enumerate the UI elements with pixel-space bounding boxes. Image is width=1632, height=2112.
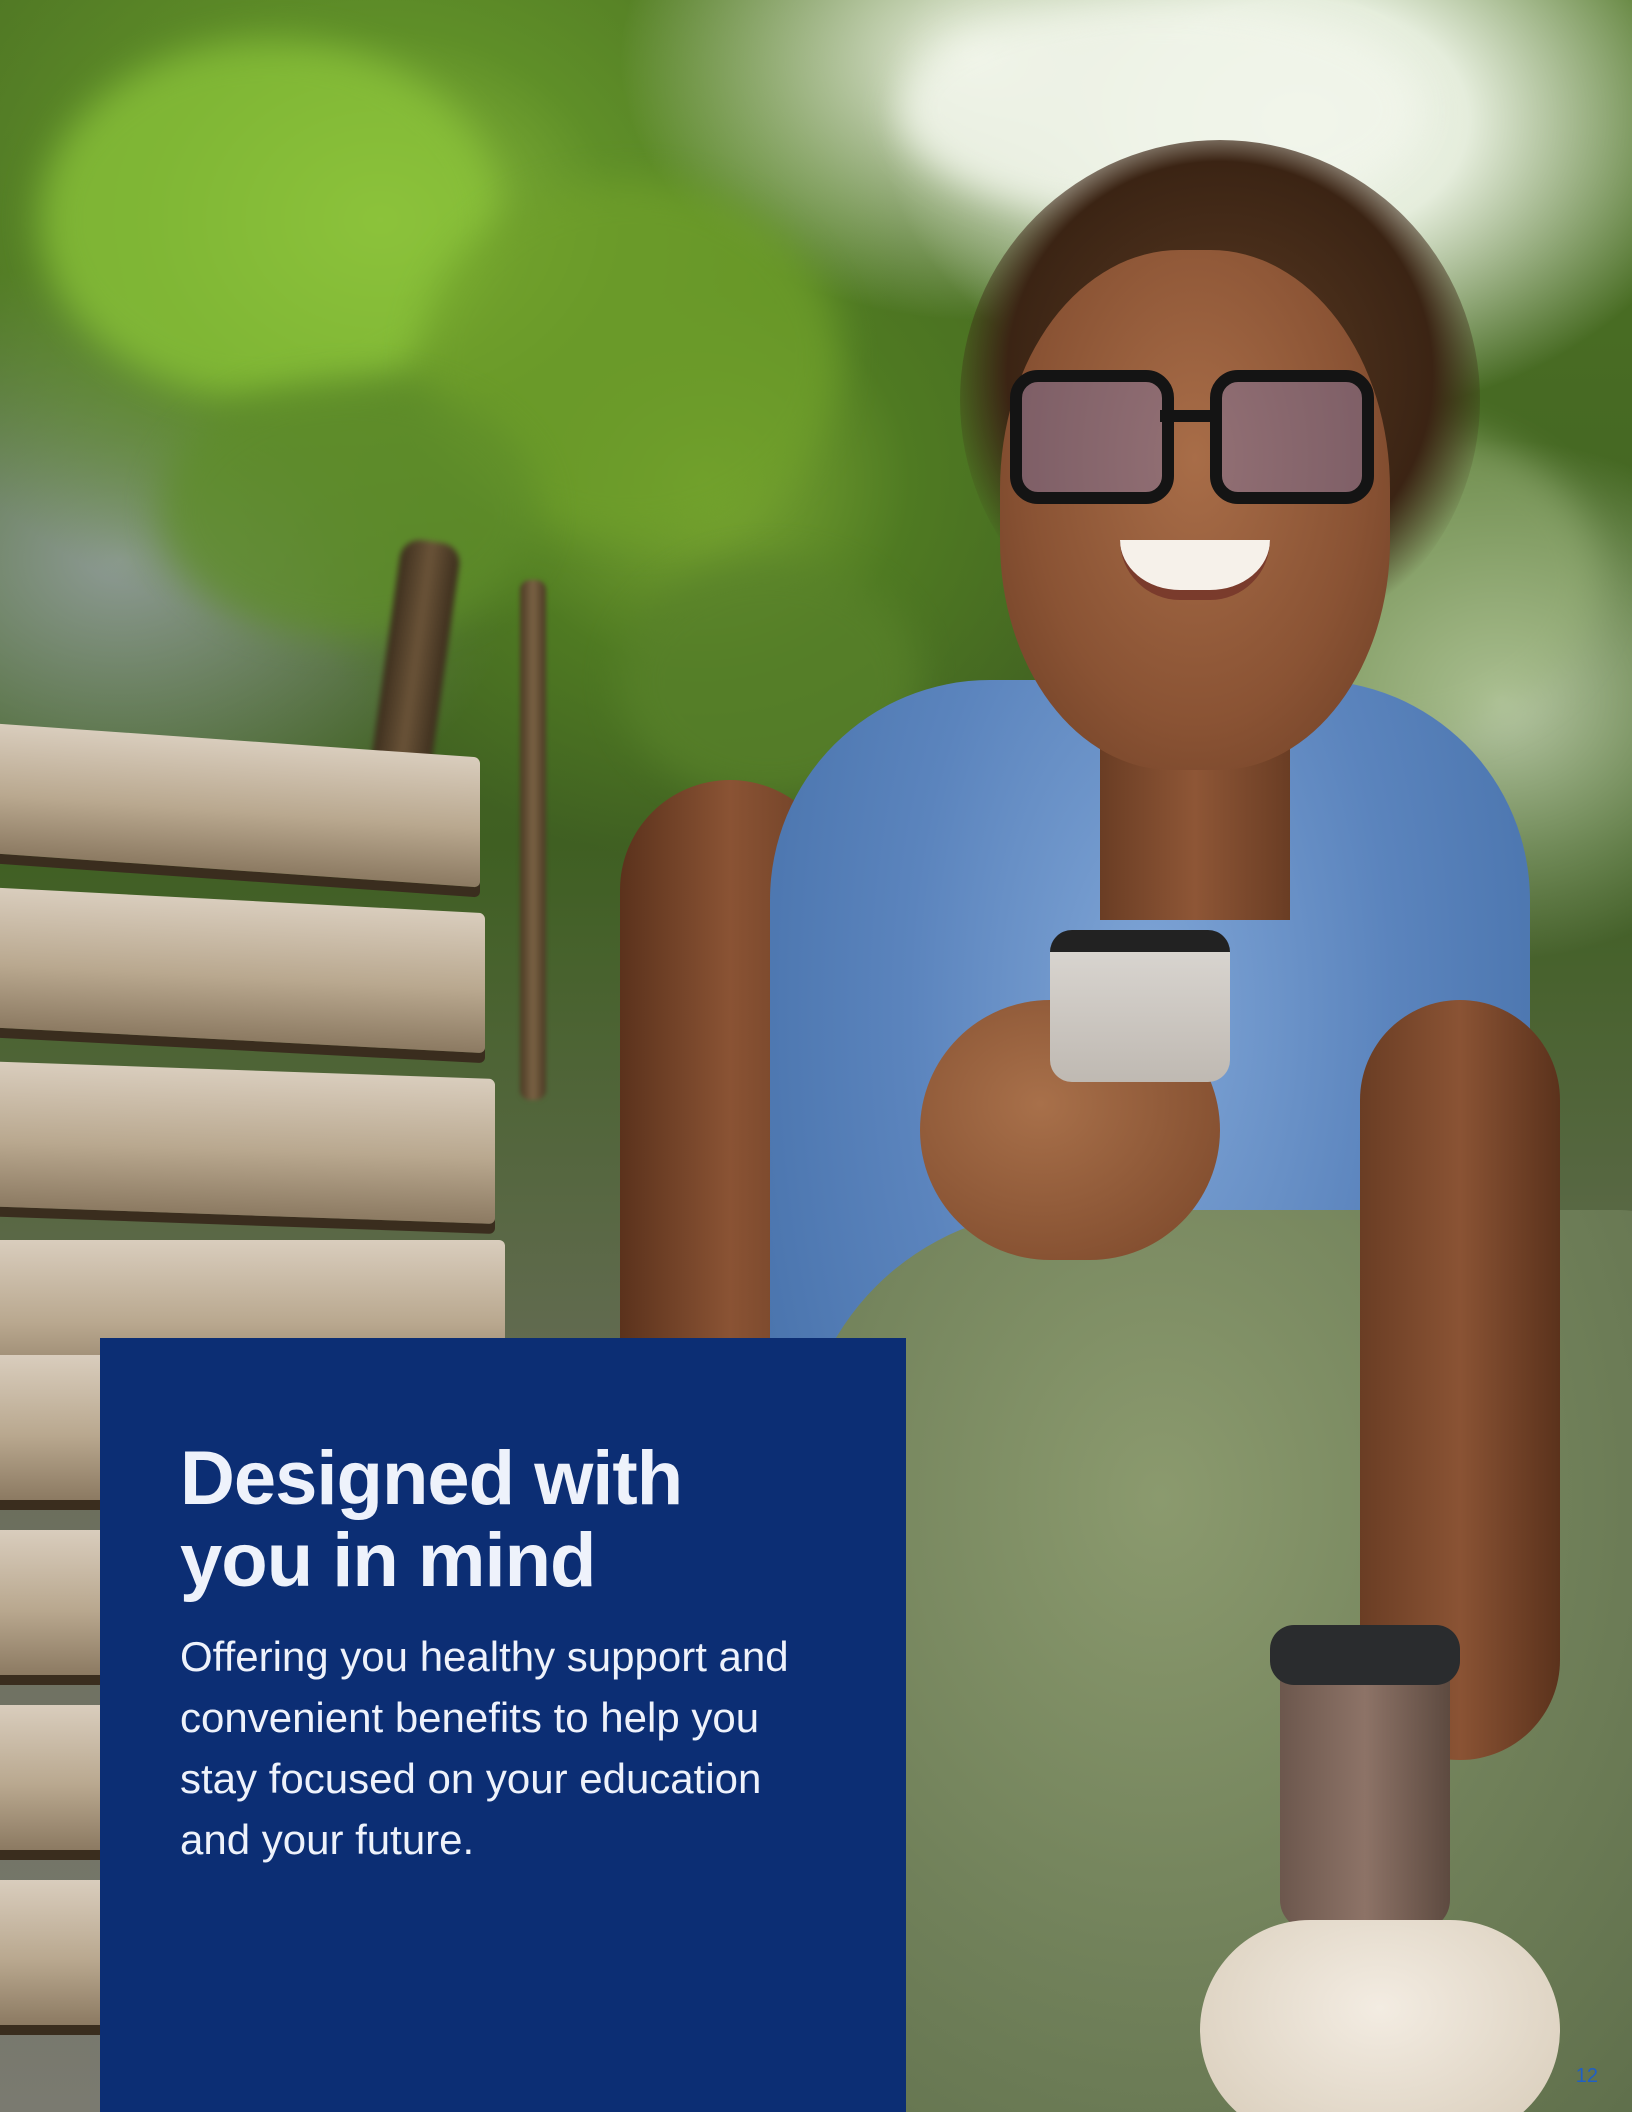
foliage-blob <box>160 380 540 640</box>
page-headline: Designed with you in mind <box>180 1436 683 1603</box>
glasses-right-lens <box>1210 370 1374 504</box>
content-panel: Designed with you in mind Offering you h… <box>100 1338 906 2112</box>
bench-slat <box>0 886 485 1054</box>
smartphone <box>1050 930 1230 1082</box>
brochure-page: Designed with you in mind Offering you h… <box>0 0 1632 2112</box>
glasses-left-lens <box>1010 370 1174 504</box>
face <box>1000 250 1390 770</box>
tree-trunk <box>520 580 546 1100</box>
coffee-cup-lid <box>1270 1625 1460 1685</box>
bench-slat <box>0 722 480 888</box>
page-number: 12 <box>1575 2065 1598 2087</box>
bench-slat <box>0 1061 495 1224</box>
glasses-bridge <box>1160 410 1220 422</box>
page-body-text: Offering you healthy support and conveni… <box>180 1633 789 1863</box>
sneaker <box>1200 1920 1560 2112</box>
